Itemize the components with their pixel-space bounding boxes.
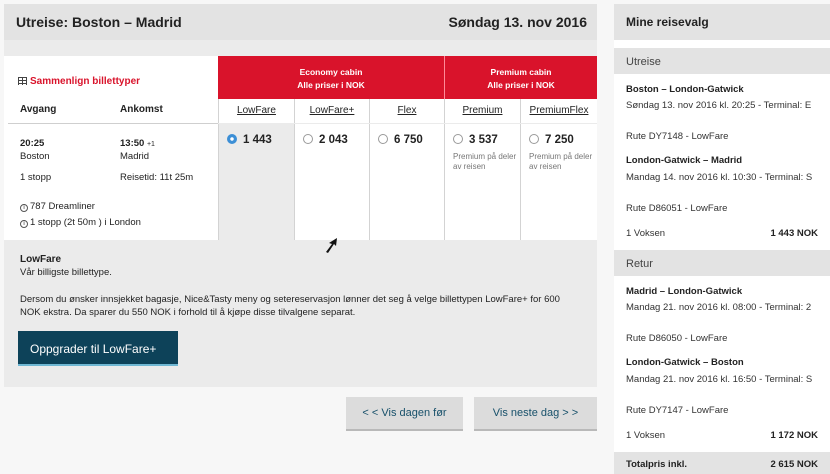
return-section-header: Retur: [614, 250, 830, 276]
compare-fares-link[interactable]: Sammenlign billettyper: [18, 76, 140, 87]
total-label: Totalpris inkl.: [626, 459, 688, 470]
table-icon: [18, 77, 27, 85]
premium-cabin-header: Premium cabin Alle priser i NOK: [445, 56, 597, 99]
arrival-column-header: Ankomst: [120, 104, 163, 115]
trip-summary-sidebar: Mine reisevalg Utreise Boston – London-G…: [614, 4, 830, 474]
total-price: 2 615 NOK: [770, 459, 818, 470]
radio-selected-icon[interactable]: [227, 134, 237, 144]
fare-price: 3 537: [469, 134, 498, 146]
fare-info-subtitle: Vår billigste billettype.: [20, 267, 112, 278]
radio-icon[interactable]: [378, 134, 388, 144]
fare-info-title: LowFare: [20, 254, 62, 265]
premium-cabin-title: Premium cabin: [490, 67, 552, 77]
fare-header-premiumflex[interactable]: PremiumFlex: [520, 99, 597, 123]
fare-price: 2 043: [319, 134, 348, 146]
return-price: 1 172 NOK: [770, 430, 818, 441]
economy-cabin-subtitle: Alle priser i NOK: [297, 80, 365, 90]
fare-header-flex[interactable]: Flex: [369, 99, 444, 123]
total-row: Totalpris inkl. 2 615 NOK: [614, 452, 830, 474]
return-section-title: Retur: [626, 258, 653, 270]
travel-time: Reisetid: 11t 25m: [120, 172, 194, 183]
aircraft-type: 787 Dreamliner: [30, 201, 95, 212]
departure-city: Boston: [20, 151, 50, 162]
radio-icon[interactable]: [303, 134, 313, 144]
outbound-date: Søndag 13. nov 2016: [448, 14, 588, 30]
departure-time: 20:25: [20, 138, 45, 149]
outbound-section-header: Utreise: [614, 48, 830, 74]
fare-note: Premium på deler av reisen: [529, 152, 593, 171]
radio-icon[interactable]: [453, 134, 463, 144]
radio-icon[interactable]: [529, 134, 539, 144]
outbound-header: Utreise: Boston – Madrid Søndag 13. nov …: [4, 4, 597, 40]
arrival-day-offset: +1: [146, 141, 155, 148]
fare-price: 6 750: [394, 134, 423, 146]
info-icon: i: [20, 220, 28, 228]
upgrade-button[interactable]: Oppgrader til LowFare+: [18, 331, 178, 366]
outbound-title: Utreise: Boston – Madrid: [16, 14, 182, 30]
previous-day-button[interactable]: < < Vis dagen før: [346, 397, 463, 431]
segment-route: Boston – London-Gatwick: [626, 84, 744, 95]
stop-info-text: 1 stopp (2t 50m ) i London: [30, 217, 141, 228]
sidebar-header: Mine reisevalg: [614, 4, 830, 40]
fare-note: Premium på deler av reisen: [453, 152, 517, 171]
aircraft-info[interactable]: i 787 Dreamliner: [20, 201, 95, 213]
fare-price: 1 443: [243, 134, 272, 146]
outbound-section-title: Utreise: [626, 56, 661, 68]
segment-route: Madrid – London-Gatwick: [626, 286, 743, 297]
segment-detail: Mandag 14. nov 2016 kl. 10:30 - Terminal…: [626, 172, 813, 183]
arrival-city: Madrid: [120, 151, 150, 162]
segment-flight: Rute DY7148 - LowFare: [626, 131, 729, 142]
arrival-time: 13:50 +1: [120, 138, 155, 151]
fare-price: 7 250: [545, 134, 574, 146]
fare-header-premium[interactable]: Premium: [444, 99, 520, 123]
fare-option-lowfare[interactable]: 1 443: [218, 124, 294, 240]
economy-cabin-title: Economy cabin: [299, 67, 363, 77]
stop-info[interactable]: i1 stopp (2t 50m ) i London: [20, 217, 141, 229]
pointer-arrow-icon: [326, 238, 337, 253]
segment-flight: Rute D86050 - LowFare: [626, 333, 728, 344]
segment-route: London-Gatwick – Madrid: [626, 155, 743, 166]
fare-header-lowfare-plus[interactable]: LowFare+: [294, 99, 369, 123]
fare-header-lowfare[interactable]: LowFare: [218, 99, 294, 123]
arrival-time-value: 13:50: [120, 138, 145, 149]
outbound-price: 1 443 NOK: [770, 228, 818, 239]
outbound-passengers: 1 Voksen: [626, 228, 666, 239]
stops-count[interactable]: 1 stopp: [20, 172, 51, 184]
sidebar-title: Mine reisevalg: [626, 15, 709, 29]
segment-flight: Rute DY7147 - LowFare: [626, 405, 729, 416]
segment-route: London-Gatwick – Boston: [626, 357, 744, 368]
segment-detail: Mandag 21. nov 2016 kl. 16:50 - Terminal…: [626, 374, 813, 385]
compare-fares-label: Sammenlign billettyper: [30, 76, 141, 87]
divider: [8, 123, 218, 124]
departure-column-header: Avgang: [20, 104, 57, 115]
segment-detail: Mandag 21. nov 2016 kl. 08:00 - Terminal…: [626, 302, 812, 313]
segment-flight: Rute D86051 - LowFare: [626, 203, 728, 214]
return-passengers: 1 Voksen: [626, 430, 666, 441]
next-day-button[interactable]: Vis neste dag > >: [474, 397, 597, 431]
info-icon: i: [20, 204, 28, 212]
segment-detail: Søndag 13. nov 2016 kl. 20:25 - Terminal…: [626, 100, 812, 111]
premium-cabin-subtitle: Alle priser i NOK: [487, 80, 555, 90]
fare-option-lowfare-plus[interactable]: 2 043: [294, 124, 369, 240]
economy-cabin-header: Economy cabin Alle priser i NOK: [218, 56, 444, 99]
fare-option-flex[interactable]: 6 750: [369, 124, 444, 240]
fare-info-text: Dersom du ønsker innsjekket bagasje, Nic…: [20, 294, 560, 318]
outbound-panel: Utreise: Boston – Madrid Søndag 13. nov …: [4, 4, 597, 387]
fare-option-premium[interactable]: 3 537 Premium på deler av reisen: [444, 124, 520, 240]
fare-option-premiumflex[interactable]: 7 250 Premium på deler av reisen: [520, 124, 597, 240]
